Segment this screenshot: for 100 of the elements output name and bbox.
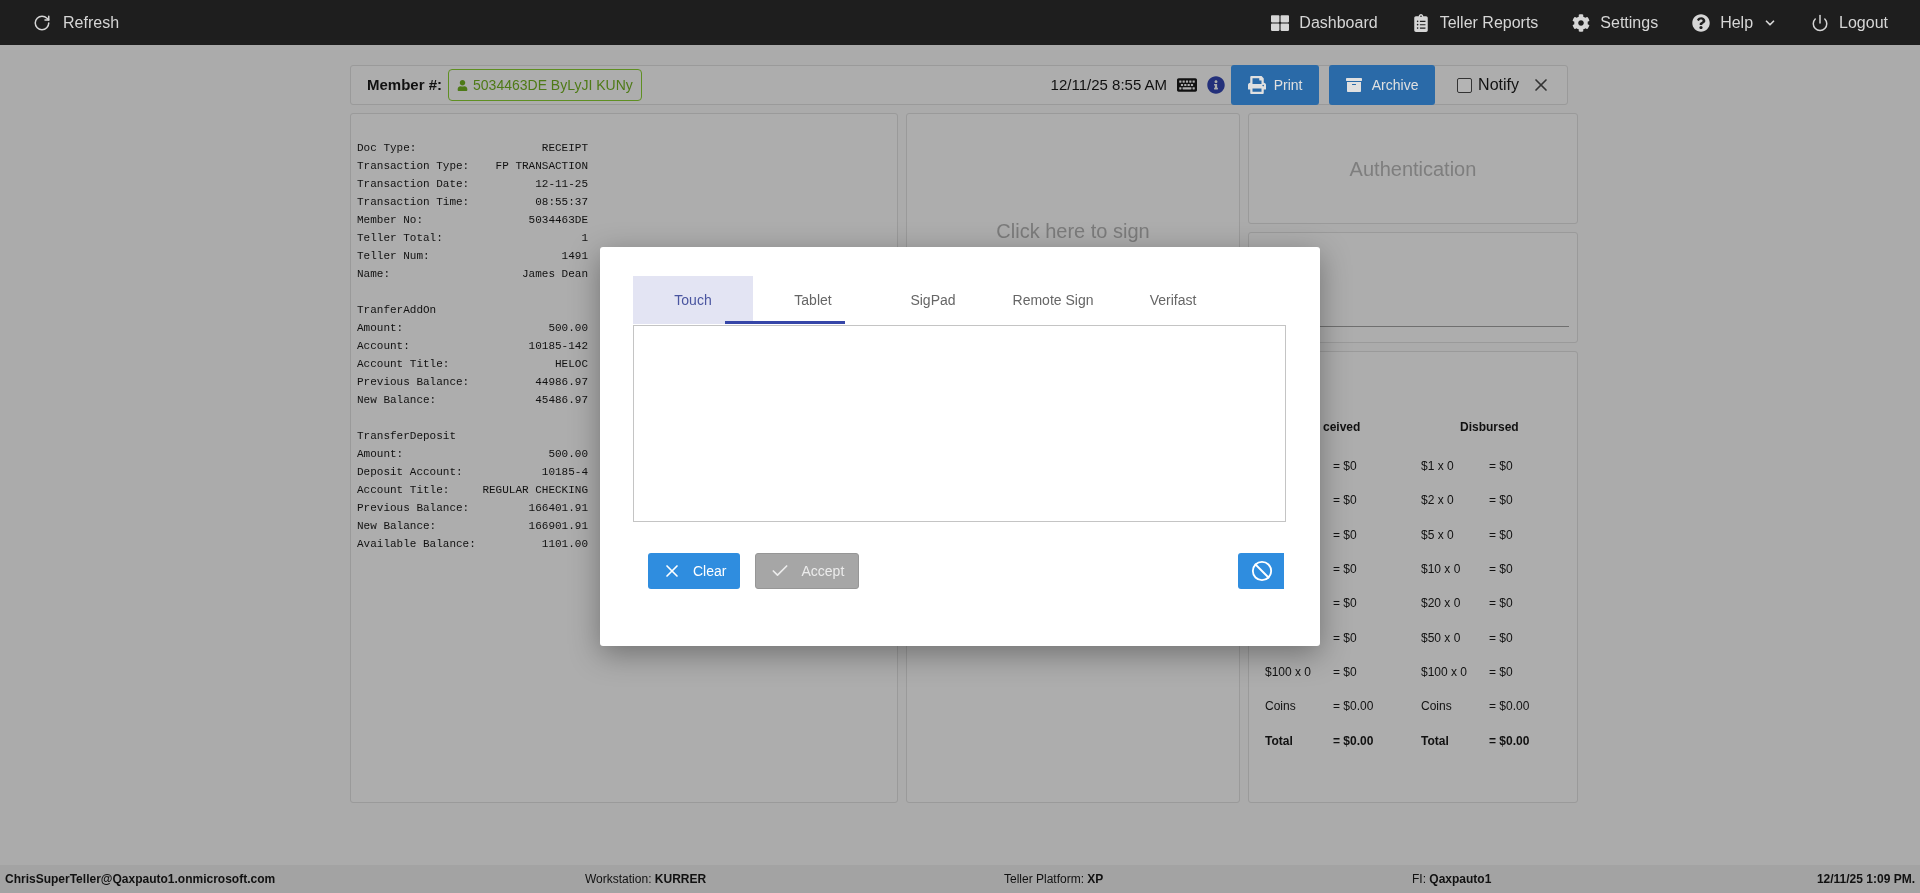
archive-button[interactable]: Archive [1329,65,1436,105]
receipt-field-value: 1101.00 [541,537,588,552]
cash-amount: = $0 [1489,630,1513,645]
status-text: Workstation: KURRER [585,872,707,886]
receipt-field-value: 1491 [561,249,588,264]
receipt-field-value: HELOC [555,357,588,372]
cash-amount: = $0 [1333,630,1357,645]
settings-icon [1572,13,1591,32]
keyboard-icon[interactable] [1177,75,1198,95]
refresh-button[interactable]: Refresh [33,10,120,35]
receipt-field-label: Teller Num: [357,249,430,264]
receipt-field-value: 166901.91 [528,519,588,534]
cash-label: $100 x 0 [1265,664,1312,679]
receipt-field-value: 10185-4 [541,465,588,480]
cash-label: $2 x 0 [1421,493,1454,508]
cash-amount: = $0 [1489,664,1513,679]
info-icon[interactable] [1207,76,1226,94]
status-text: 12/11/25 1:09 PM. [1816,872,1915,886]
cancel-icon [1251,560,1273,582]
receipt-field-label: Account Title: [357,483,450,498]
cash-label: Total [1265,733,1293,748]
power-icon [1811,13,1830,32]
nav-link[interactable]: Dashboard [1269,10,1380,35]
disbursed-header: Disbursed [1459,419,1520,436]
status-text: ChrisSuperTeller@Qaxpauto1.onmicrosoft.com [5,872,276,886]
receipt-field-label: Account Title: [357,357,450,372]
cash-amount: = $0 [1489,493,1513,508]
cash-amount: = $0 [1333,664,1357,679]
receipt-field-label: Deposit Account: [357,465,463,480]
cash-amount: = $0 [1489,459,1513,474]
cancel-button[interactable] [1238,553,1284,589]
cash-amount: = $0 [1489,562,1513,577]
receipt-field-label: Transaction Date: [357,177,470,192]
cash-amount: = $0 [1333,527,1357,542]
cash-amount: = $0 [1489,596,1513,611]
nav-link[interactable]: Teller Reports [1409,10,1541,35]
receipt-field-label: Doc Type: [357,141,417,156]
receipt-field-value: 500.00 [548,447,588,462]
clear-button[interactable]: Clear [648,553,741,589]
archive-box-icon [1345,77,1362,93]
printer-icon [1247,76,1266,94]
help-icon [1692,13,1711,32]
receipt-field-label: Member No: [357,213,423,228]
receipt-field-value: 10185-142 [528,339,588,354]
nav-link[interactable]: Logout [1809,10,1890,35]
cash-label: Coins [1265,699,1296,714]
cash-amount: = $0 [1489,527,1513,542]
cash-label: $20 x 0 [1421,596,1461,611]
receipt-field-value: 08:55:37 [535,195,588,210]
cash-label: $5 x 0 [1421,527,1454,542]
receipt-field-value: 500.00 [548,321,588,336]
cash-amount: = $0 [1333,562,1357,577]
receipt-field-label: New Balance: [357,393,437,408]
receipt-field-label: Name: [357,267,390,282]
receipt-field-value: FP TRANSACTION [495,159,588,174]
receipt-field-value: 44986.97 [535,375,588,390]
receipt-field-value: 45486.97 [535,393,588,408]
cash-label: $1 x 0 [1421,459,1454,474]
receipt-field-value: RECEIPT [541,141,588,156]
refresh-icon [33,13,51,32]
cash-amount: = $0.00 [1489,699,1530,714]
receipt-field-label: Teller Total: [357,231,443,246]
signature-method-tab[interactable]: Tablet [753,276,873,324]
receipt-section-heading: TranferAddOn [357,303,438,318]
cash-amount: = $0.00 [1489,733,1530,748]
receipt-field-label: Transaction Time: [357,195,470,210]
signature-method-tab[interactable]: Touch [633,276,753,324]
user-icon [457,79,469,91]
cash-label: Coins [1421,699,1452,714]
signature-method-tab[interactable]: SigPad [873,276,993,324]
signature-method-tab[interactable]: Remote Sign [993,276,1113,324]
member-label: Member #: [367,74,443,95]
receipt-field-value: 166401.91 [528,501,588,516]
status-text: FI: Qaxpauto1 [1412,872,1492,886]
receipt-field-value: 1 [581,231,588,246]
signature-method-tab[interactable]: Verifast [1113,276,1233,324]
cash-label: $100 x 0 [1421,664,1468,679]
cash-label: $10 x 0 [1421,562,1461,577]
cash-label: Total [1421,733,1449,748]
cash-amount: = $0 [1333,493,1357,508]
notify-checkbox[interactable]: Notify [1457,73,1519,97]
receipt-field-value: 12-11-25 [535,177,588,192]
clipboard-icon [1411,13,1430,32]
status-text: Teller Platform: XP [1004,872,1104,886]
receipt-field-value: James Dean [522,267,588,282]
cash-amount: = $0 [1333,596,1357,611]
cash-amount: = $0.00 [1333,699,1374,714]
receipt-field-label: Amount: [357,321,404,336]
dashboard-icon [1271,13,1290,32]
cash-amount: = $0 [1333,459,1357,474]
nav-link[interactable]: Help [1690,10,1780,35]
receipt-section-heading: TransferDeposit [357,429,458,444]
nav-link[interactable]: Settings [1570,10,1661,35]
receipt-field-label: Previous Balance: [357,375,470,390]
receipt-field-label: Transaction Type: [357,159,470,174]
receipt-field-label: Previous Balance: [357,501,470,516]
receipt-field-label: Available Balance: [357,537,476,552]
receipt-field-label: New Balance: [357,519,437,534]
print-button[interactable]: Print [1231,65,1320,105]
receipt-field-value: REGULAR CHECKING [482,483,588,498]
